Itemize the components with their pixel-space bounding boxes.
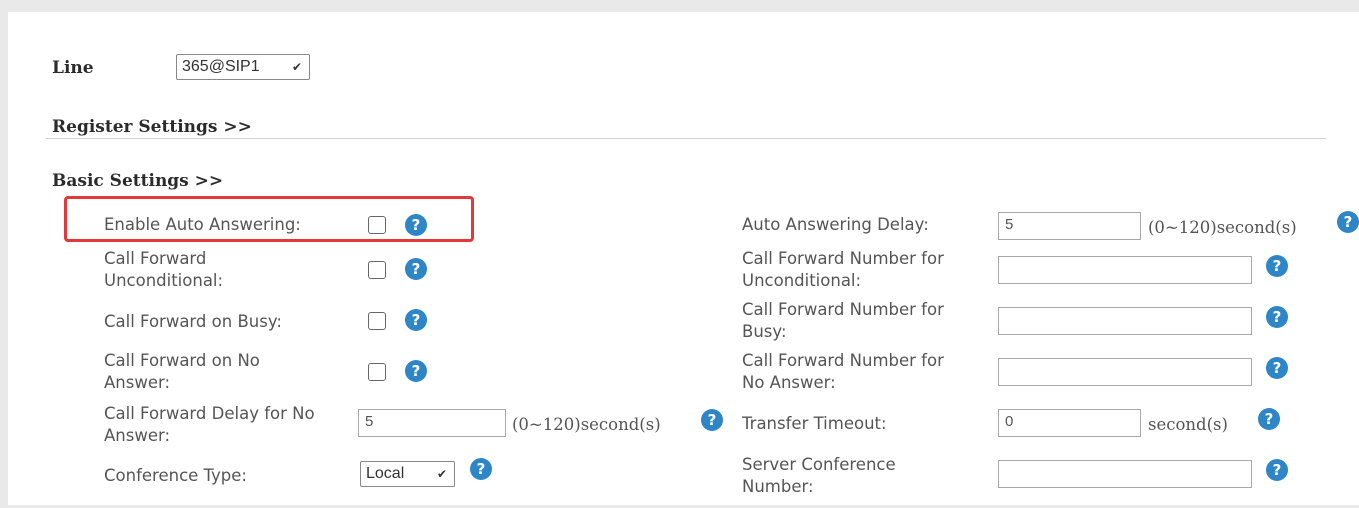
help-circle-icon[interactable]: ?	[405, 258, 427, 280]
fwd-num-noans-label-1: Call Forward Number for	[742, 351, 944, 370]
fwd-num-noans-label-2: No Answer:	[742, 373, 836, 392]
help-circle-icon[interactable]: ?	[405, 214, 427, 236]
help-circle-icon[interactable]: ?	[701, 409, 723, 431]
auto-delay-unit: (0~120)second(s)	[1148, 218, 1297, 237]
server-conf-input[interactable]	[998, 460, 1252, 488]
help-circle-icon[interactable]: ?	[1266, 306, 1288, 328]
conf-type-select[interactable]: Local ✔	[360, 461, 455, 487]
register-settings-header[interactable]: Register Settings >>	[52, 117, 252, 137]
transfer-timeout-input[interactable]: 0	[998, 409, 1141, 437]
fwd-busy-checkbox[interactable]	[368, 312, 386, 330]
auto-delay-label: Auto Answering Delay:	[742, 215, 929, 234]
line-select[interactable]: 365@SIP1 ✔	[176, 54, 310, 80]
conf-type-label: Conference Type:	[104, 466, 247, 485]
auto-answer-checkbox[interactable]	[368, 216, 386, 234]
fwd-delay-label-1: Call Forward Delay for No	[104, 404, 315, 423]
auto-delay-input[interactable]: 5	[998, 212, 1141, 240]
fwd-uncond-label-2: Unconditional:	[104, 271, 224, 290]
transfer-timeout-label: Transfer Timeout:	[742, 414, 887, 433]
chevron-down-icon: ✔	[436, 467, 447, 481]
help-circle-icon[interactable]: ?	[405, 360, 427, 382]
chevron-down-icon: ✔	[291, 60, 302, 74]
fwd-num-uncond-label-1: Call Forward Number for	[742, 249, 944, 268]
help-circle-icon[interactable]: ?	[405, 309, 427, 331]
help-circle-icon[interactable]: ?	[1266, 357, 1288, 379]
fwd-num-busy-label-2: Busy:	[742, 322, 787, 341]
fwd-uncond-checkbox[interactable]	[368, 261, 386, 279]
help-circle-icon[interactable]: ?	[470, 458, 492, 480]
server-conf-label-2: Number:	[742, 477, 814, 496]
auto-answer-label: Enable Auto Answering:	[104, 215, 301, 234]
help-circle-icon[interactable]: ?	[1258, 408, 1280, 430]
fwd-delay-input[interactable]: 5	[358, 409, 506, 437]
fwd-busy-label: Call Forward on Busy:	[104, 312, 282, 331]
help-circle-icon[interactable]: ?	[1266, 459, 1288, 481]
fwd-delay-unit: (0~120)second(s)	[512, 415, 661, 434]
transfer-timeout-unit: second(s)	[1148, 415, 1228, 434]
line-select-value: 365@SIP1	[182, 58, 260, 75]
conf-type-value: Local	[366, 465, 405, 482]
help-circle-icon[interactable]: ?	[1337, 211, 1359, 233]
fwd-num-busy-input[interactable]	[998, 307, 1252, 335]
fwd-uncond-label-1: Call Forward	[104, 249, 207, 268]
section-divider	[46, 138, 1326, 139]
basic-settings-header[interactable]: Basic Settings >>	[52, 171, 223, 191]
fwd-delay-label-2: Answer:	[104, 426, 171, 445]
line-label: Line	[52, 58, 94, 78]
fwd-num-busy-label-1: Call Forward Number for	[742, 300, 944, 319]
server-conf-label-1: Server Conference	[742, 455, 896, 474]
fwd-num-uncond-input[interactable]	[998, 256, 1252, 284]
fwd-noans-label-1: Call Forward on No	[104, 351, 260, 370]
fwd-noans-checkbox[interactable]	[368, 363, 386, 381]
help-circle-icon[interactable]: ?	[1266, 255, 1288, 277]
fwd-noans-label-2: Answer:	[104, 373, 171, 392]
fwd-num-uncond-label-2: Unconditional:	[742, 271, 862, 290]
fwd-num-noans-input[interactable]	[998, 358, 1252, 386]
